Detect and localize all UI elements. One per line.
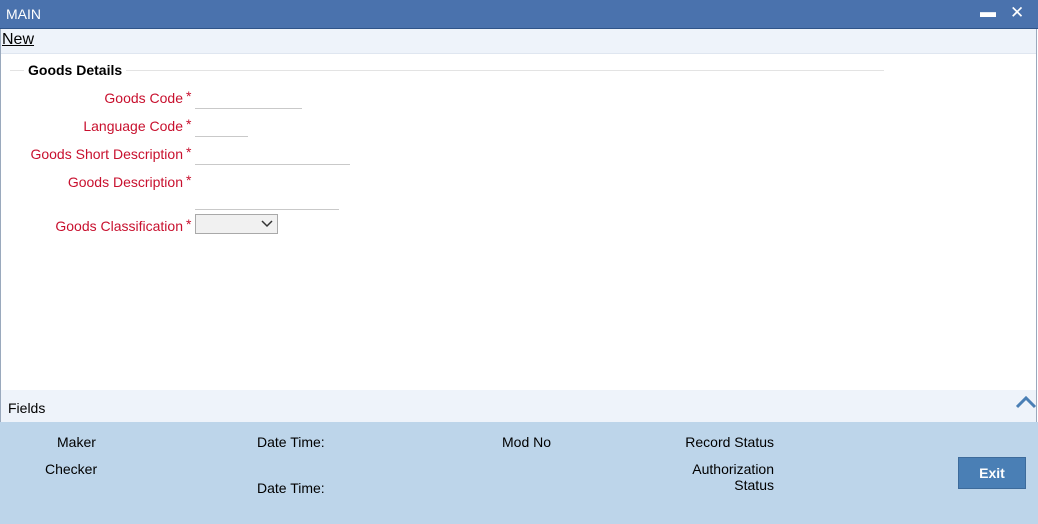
required-mark: * [186,172,192,188]
maker-label: Maker [57,434,96,450]
chevron-up-icon[interactable] [1015,394,1037,410]
maker-date-time-label: Date Time: [257,434,325,450]
authorization-status-label: Status [734,477,774,493]
goods-description-textarea[interactable] [195,209,339,210]
required-mark: * [186,216,192,232]
exit-button[interactable]: Exit [958,457,1026,489]
goods-short-description-label: Goods Short Description [30,146,183,162]
checker-label: Checker [45,461,98,477]
window-title: MAIN [6,6,41,22]
required-mark: * [186,88,192,104]
goods-description-label: Goods Description [67,174,183,190]
section-title: Goods Details [28,62,123,78]
section-divider [126,70,884,71]
chevron-down-icon [261,220,273,228]
window-titlebar: MAIN ▬ ✕ [0,0,1038,29]
goods-short-description-input[interactable] [195,164,350,165]
mod-no-label: Mod No [502,434,552,450]
section-divider [10,70,24,71]
menu-bar: New [1,29,1036,54]
goods-code-label: Goods Code [104,90,183,106]
required-mark: * [186,116,192,132]
goods-classification-label: Goods Classification [55,218,183,234]
new-link[interactable]: New [2,31,34,49]
close-icon[interactable]: ✕ [1010,2,1024,24]
fields-label[interactable]: Fields [8,400,45,416]
goods-classification-select[interactable] [195,214,278,234]
language-code-input[interactable] [195,136,248,137]
language-code-label: Language Code [83,118,183,134]
goods-code-input[interactable] [195,108,302,109]
fields-bar: Fields [1,390,1037,422]
required-mark: * [186,144,192,160]
minimize-icon[interactable]: ▬ [980,2,996,24]
checker-date-time-label: Date Time: [257,480,325,496]
record-status-label: Record Status [685,434,774,450]
authorization-label: Authorization [692,461,774,477]
